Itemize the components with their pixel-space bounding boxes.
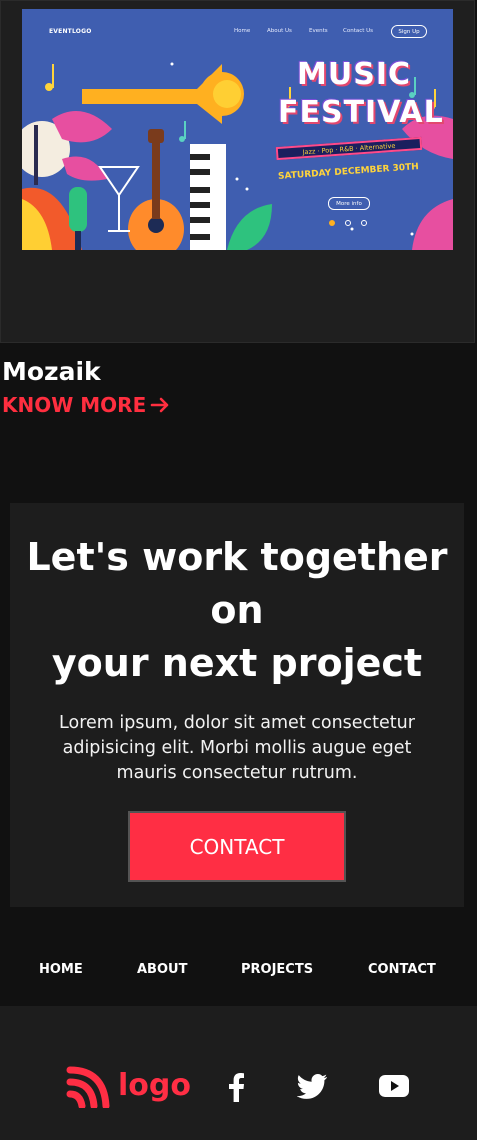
carousel-dot-active <box>329 220 335 226</box>
arrow-right-icon <box>150 397 169 413</box>
footer-logo[interactable] <box>66 1066 110 1112</box>
mock-nav-events: Events <box>309 28 328 34</box>
cta-heading-line1: Let's work together <box>26 535 448 579</box>
know-more-link[interactable]: KNOW MORE <box>2 393 170 417</box>
mock-title-music: MUSIC <box>297 57 411 92</box>
footer-logo-text: logo <box>118 1068 191 1103</box>
project-screenshot[interactable]: EVENTLOGO Home About Us Events Contact U… <box>22 9 453 250</box>
carousel-dot <box>345 220 351 226</box>
mock-navbar: EVENTLOGO Home About Us Events Contact U… <box>22 9 453 49</box>
youtube-icon <box>379 1075 409 1097</box>
mock-nav-contact: Contact Us <box>343 28 374 34</box>
mock-nav-home: Home <box>234 28 251 34</box>
mock-more-info-button: More info <box>328 197 370 210</box>
carousel-dot <box>361 220 367 226</box>
footer-nav-projects[interactable]: PROJECTS <box>241 962 313 977</box>
cta-description: Lorem ipsum, dolor sit amet consectetur … <box>59 713 415 783</box>
cta-heading-line3: your next project <box>51 641 423 685</box>
twitter-icon <box>296 1074 328 1099</box>
youtube-link[interactable] <box>379 1075 409 1101</box>
mock-nav-about: About Us <box>267 28 292 34</box>
footer-nav-contact[interactable]: CONTACT <box>368 962 436 977</box>
project-card: EVENTLOGO Home About Us Events Contact U… <box>0 0 475 343</box>
footer-nav-about[interactable]: ABOUT <box>137 962 187 977</box>
know-more-label: KNOW MORE <box>2 393 147 417</box>
cta-heading-line2: on <box>210 588 264 632</box>
contact-button[interactable]: CONTACT <box>128 811 346 882</box>
mock-logo: EVENTLOGO <box>49 28 92 35</box>
cta-section: Let's work together on your next project… <box>10 503 464 907</box>
facebook-icon <box>229 1073 244 1102</box>
cta-heading: Let's work together on your next project <box>10 531 464 690</box>
project-title: Mozaik <box>2 357 101 386</box>
mock-title-festival: FESTIVAL <box>278 95 444 130</box>
footer-nav-home[interactable]: HOME <box>39 962 83 977</box>
facebook-link[interactable] <box>226 1072 246 1106</box>
rss-logo-icon <box>66 1066 110 1110</box>
mock-signup-button: Sign Up <box>391 25 427 38</box>
twitter-link[interactable] <box>296 1074 328 1103</box>
